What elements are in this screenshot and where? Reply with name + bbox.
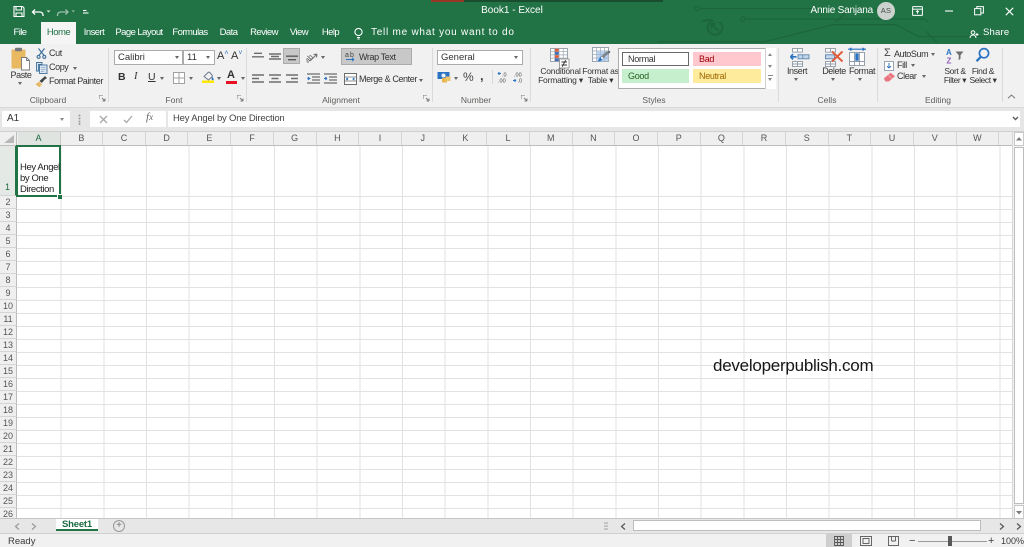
svg-text:Z: Z	[947, 57, 952, 65]
svg-text:.00: .00	[498, 79, 506, 84]
svg-text:.0: .0	[518, 79, 523, 84]
svg-text:a: a	[345, 52, 349, 59]
